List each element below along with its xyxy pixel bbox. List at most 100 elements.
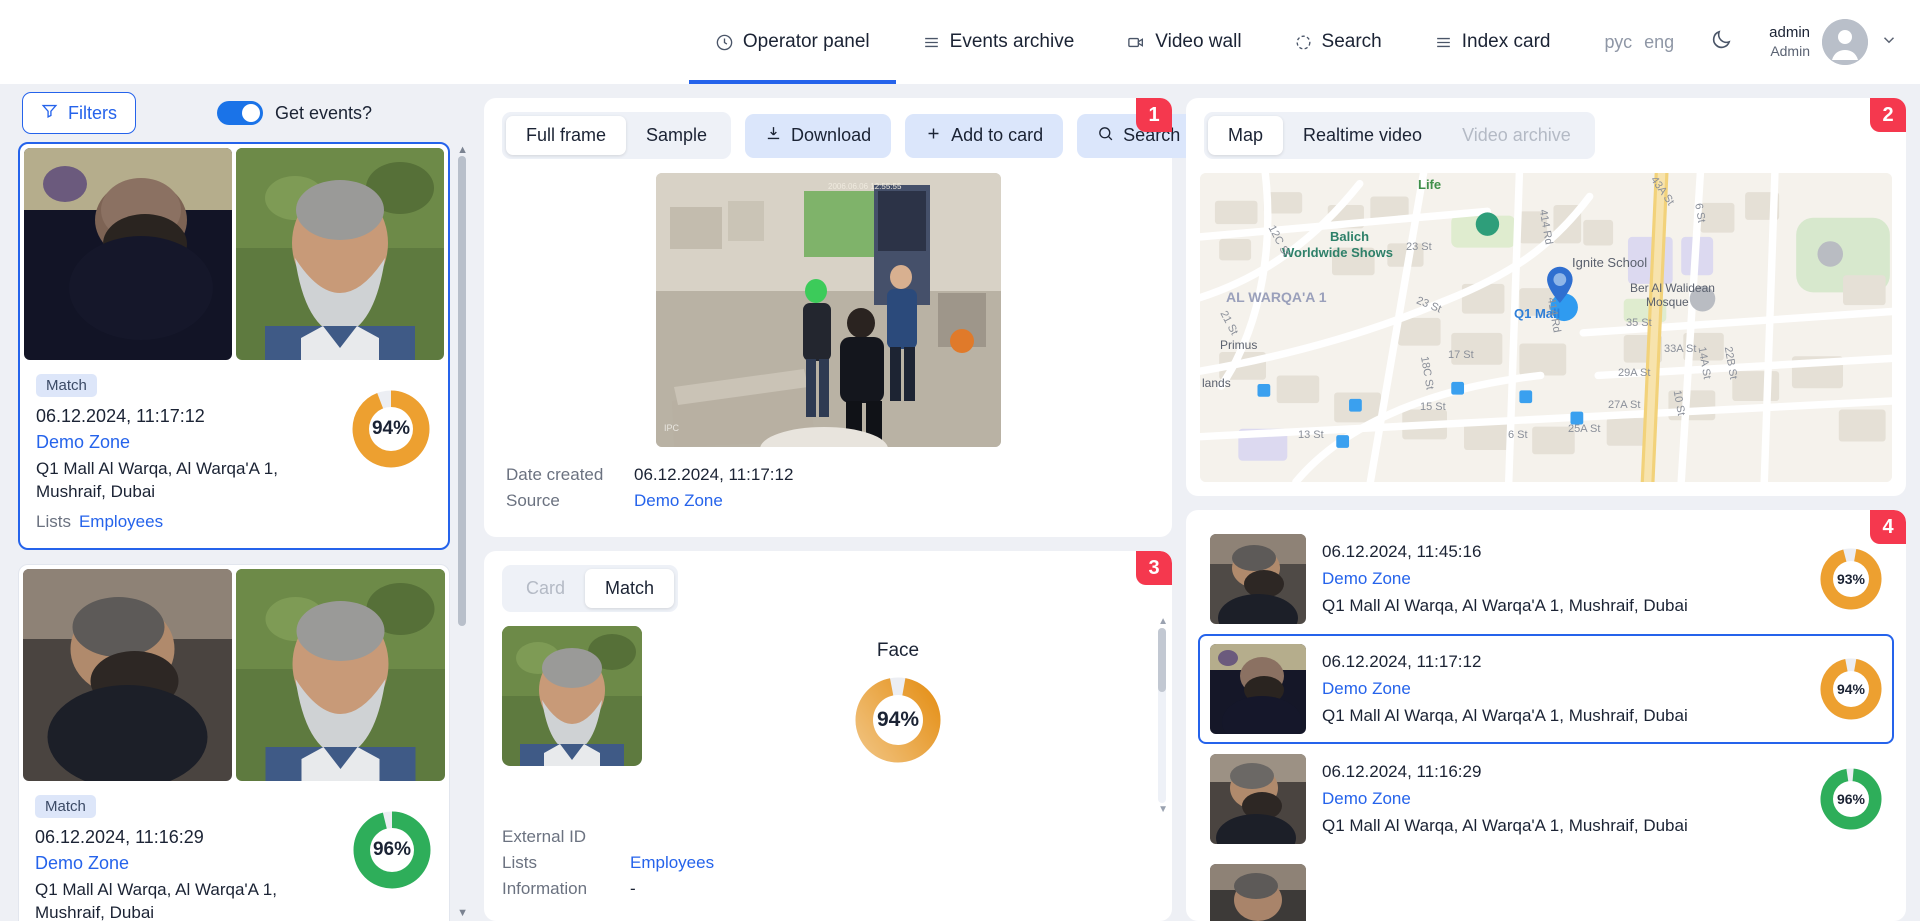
event-zone-link[interactable]: Demo Zone — [1322, 679, 1804, 699]
camera-frame-image[interactable]: IPC 2006.06.06 12:55:55 — [655, 173, 1001, 447]
event-reference-image — [236, 568, 445, 781]
event-score-donut: 96% — [1820, 768, 1882, 830]
map-label: Ber Al Walidean — [1630, 281, 1715, 295]
user-text: admin Admin — [1769, 24, 1810, 60]
tab-map[interactable]: Map — [1208, 116, 1284, 155]
map-street-label: 29A St — [1618, 367, 1651, 379]
match-reference-photo — [502, 626, 642, 766]
nav-item-events-archive[interactable]: Events archive — [896, 0, 1101, 84]
panel-number-badge: 4 — [1870, 510, 1906, 544]
meta-row: Source Demo Zone — [506, 491, 1150, 511]
download-button[interactable]: Download — [745, 113, 892, 158]
get-events-label: Get events? — [274, 102, 372, 123]
event-snapshot-image — [23, 568, 232, 781]
event-snapshot-image — [24, 148, 232, 360]
event-lists-value[interactable]: Employees — [79, 512, 163, 531]
scroll-down-arrow[interactable]: ▼ — [1158, 804, 1168, 815]
map-street-label: 33A St — [1664, 343, 1697, 355]
nav-items: Operator panel Events archive Video wall — [688, 0, 1577, 84]
tab-realtime-video[interactable]: Realtime video — [1283, 116, 1442, 155]
nav-item-search[interactable]: Search — [1268, 0, 1408, 84]
event-score-value: 94% — [369, 407, 413, 451]
right-column: 2 Map Realtime video Video archive Life … — [1184, 84, 1920, 921]
top-navigation-bar: Operator panel Events archive Video wall — [0, 0, 1920, 84]
event-lists-row: Lists Employees — [36, 512, 432, 532]
map-label: Mosque — [1646, 295, 1689, 309]
frame-source-tag: IPC — [664, 423, 680, 433]
meta-value-link[interactable]: Employees — [630, 853, 714, 873]
map-view-tabs: Map Realtime video Video archive — [1204, 112, 1595, 159]
scrollbar-thumb[interactable] — [1158, 628, 1166, 692]
tab-card[interactable]: Card — [506, 569, 585, 608]
event-zone-link[interactable]: Demo Zone — [1322, 789, 1804, 809]
event-card[interactable]: Match 06.12.2024, 11:16:29 Demo Zone Q1 … — [18, 563, 450, 921]
download-label: Download — [791, 125, 872, 145]
related-event-row[interactable] — [1198, 854, 1894, 921]
clock-icon — [715, 33, 734, 52]
filters-button[interactable]: Filters — [22, 92, 136, 134]
lang-ru[interactable]: рус — [1604, 32, 1632, 53]
event-score-value: 93% — [1833, 561, 1869, 597]
filter-bar: Filters Get events? — [0, 84, 472, 142]
event-zone-link[interactable]: Demo Zone — [1322, 569, 1804, 589]
event-date: 06.12.2024, 11:17:12 — [1322, 652, 1482, 671]
frame-timestamp: 2006.06.06 12:55:55 — [828, 182, 902, 191]
meta-row: Information - — [502, 879, 1154, 899]
map-poi-balich — [1475, 212, 1500, 236]
event-score-donut: 93% — [1820, 548, 1882, 610]
scrollbar-thumb[interactable] — [458, 156, 466, 626]
map-label: Primus — [1220, 338, 1258, 352]
chevron-down-icon[interactable] — [1880, 31, 1898, 54]
event-address: Q1 Mall Al Warqa, Al Warqa'A 1, Mushraif… — [1322, 596, 1688, 615]
map-street-label: 23 St — [1406, 241, 1432, 253]
related-event-info: 06.12.2024, 11:45:16 Demo Zone Q1 Mall A… — [1322, 542, 1804, 616]
frame-image-wrap: IPC 2006.06.06 12:55:55 — [484, 173, 1172, 447]
lang-en[interactable]: eng — [1644, 32, 1674, 53]
related-event-info: 06.12.2024, 11:16:29 Demo Zone Q1 Mall A… — [1322, 762, 1804, 836]
event-score-value: 94% — [1833, 671, 1869, 707]
event-date: 06.12.2024, 11:16:29 — [1322, 762, 1482, 781]
tab-sample[interactable]: Sample — [626, 116, 727, 155]
tab-match[interactable]: Match — [585, 569, 675, 608]
map-canvas[interactable]: Life Balich Worldwide Shows AL WARQA'A 1… — [1200, 173, 1892, 482]
scroll-down-arrow[interactable]: ▼ — [457, 907, 468, 919]
map-label: Worldwide Shows — [1282, 245, 1393, 260]
panel-number-badge: 2 — [1870, 98, 1906, 132]
meta-row: Lists Employees — [502, 853, 1154, 873]
map-street-label: 15 St — [1420, 401, 1446, 413]
scroll-up-arrow[interactable]: ▲ — [457, 144, 468, 156]
theme-toggle-button[interactable] — [1692, 0, 1751, 84]
nav-item-operator-panel[interactable]: Operator panel — [688, 0, 896, 84]
sidebar-scrollbar[interactable] — [457, 142, 467, 921]
list-icon — [922, 33, 941, 52]
nav-item-video-wall[interactable]: Video wall — [1100, 0, 1267, 84]
nav-item-index-card[interactable]: Index card — [1408, 0, 1577, 84]
related-event-row[interactable]: 06.12.2024, 11:16:29 Demo Zone Q1 Mall A… — [1198, 744, 1894, 854]
user-role: Admin — [1770, 42, 1810, 59]
scroll-up-arrow[interactable]: ▲ — [1158, 616, 1168, 627]
tab-full-frame[interactable]: Full frame — [506, 116, 627, 155]
moon-icon — [1710, 28, 1733, 56]
filters-label: Filters — [68, 102, 117, 123]
related-event-row[interactable]: 06.12.2024, 11:45:16 Demo Zone Q1 Mall A… — [1198, 524, 1894, 634]
get-events-switch[interactable] — [216, 101, 263, 125]
panel-number-badge: 1 — [1136, 98, 1172, 132]
target-icon — [1294, 33, 1313, 52]
add-to-card-button[interactable]: Add to card — [905, 113, 1064, 158]
event-score-donut: 96% — [353, 811, 431, 889]
meta-key: Source — [506, 491, 560, 510]
meta-value-link[interactable]: Demo Zone — [634, 491, 723, 511]
meta-value: - — [630, 879, 636, 898]
event-card[interactable]: Match 06.12.2024, 11:17:12 Demo Zone Q1 … — [18, 142, 450, 550]
match-panel-scrollbar[interactable] — [1158, 628, 1166, 803]
tab-video-archive[interactable]: Video archive — [1442, 116, 1591, 155]
map-street-label: 6 St — [1508, 429, 1528, 441]
map-street-label: 35 St — [1626, 317, 1652, 329]
search-icon — [1097, 125, 1114, 147]
related-events-list: 06.12.2024, 11:45:16 Demo Zone Q1 Mall A… — [1186, 510, 1906, 921]
status-badge: Match — [35, 794, 96, 818]
map-label: Balich — [1330, 229, 1370, 244]
event-score-value: 96% — [370, 827, 414, 872]
related-event-row[interactable]: 06.12.2024, 11:17:12 Demo Zone Q1 Mall A… — [1198, 634, 1894, 744]
user-menu[interactable]: admin Admin — [1751, 0, 1898, 84]
